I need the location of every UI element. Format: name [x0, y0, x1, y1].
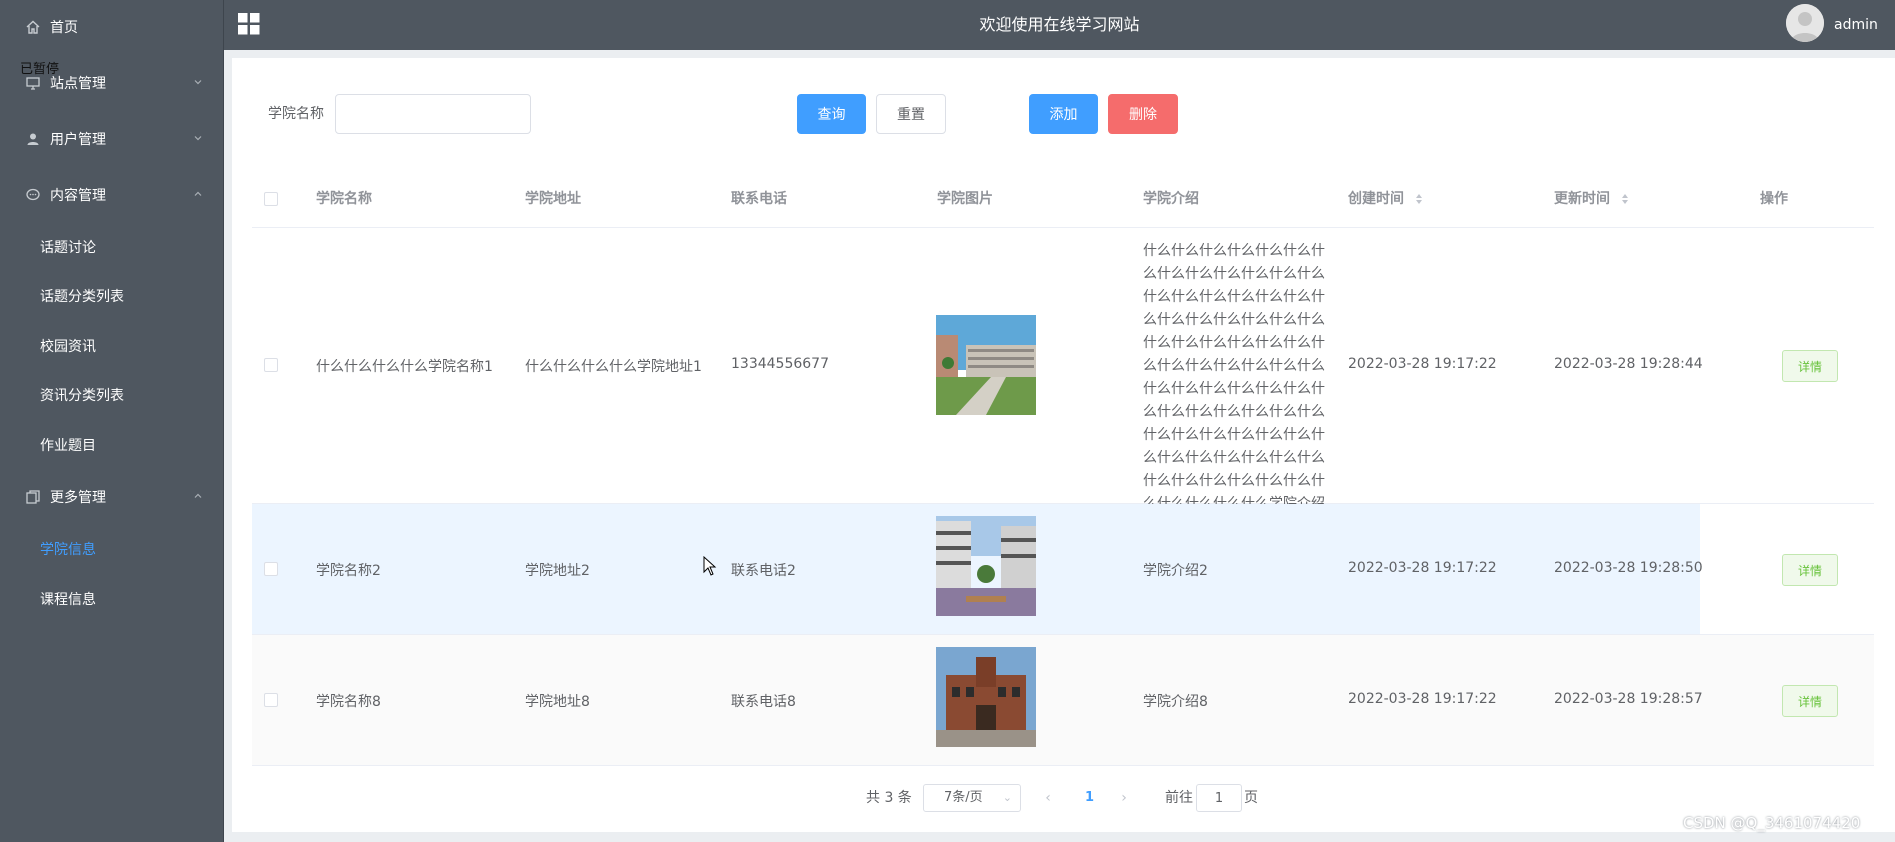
menu-topic-category-list[interactable]: 话题分类列表 — [0, 272, 224, 320]
row-checkbox[interactable] — [264, 562, 278, 576]
college-image[interactable] — [936, 647, 1036, 747]
cell-updated-time: 2022-03-28 19:28:57 — [1554, 691, 1703, 707]
cell-intro: 什么什么什么什么什么什么什么什么什么什么什么什么什么什么什么什么什么什么什么什么… — [1143, 243, 1325, 535]
user-avatar-icon — [1786, 4, 1824, 42]
cell-college-name: 学院名称2 — [316, 563, 381, 579]
mouse-cursor-icon — [703, 556, 717, 576]
chevron-down-icon — [194, 136, 202, 141]
menu-homework-questions[interactable]: 作业题目 — [0, 421, 224, 469]
menu-content-management[interactable]: 内容管理 — [0, 170, 224, 220]
col-phone: 联系电话 — [731, 191, 787, 207]
chevron-up-icon — [194, 191, 202, 196]
col-created-time-label: 创建时间 — [1348, 191, 1404, 207]
watermark: CSDN @Q_3461074420 — [1683, 814, 1861, 832]
detail-button[interactable]: 详情 — [1782, 350, 1838, 382]
menu-content-management-label: 内容管理 — [50, 188, 106, 204]
menu-user-management[interactable]: 用户管理 — [0, 114, 224, 164]
col-image: 学院图片 — [937, 191, 993, 207]
site-title: 欢迎使用在线学习网站 — [979, 15, 1140, 34]
cell-college-address: 什么什么什么什么学院地址1 — [525, 359, 702, 375]
menu-more-management-label: 更多管理 — [50, 490, 106, 506]
user-icon — [27, 133, 39, 145]
chevron-up-icon — [194, 493, 202, 498]
menu-user-management-label: 用户管理 — [50, 132, 106, 148]
reset-button[interactable]: 重置 — [876, 94, 946, 134]
username[interactable]: admin — [1834, 0, 1878, 50]
menu-topic-discussion[interactable]: 话题讨论 — [0, 223, 224, 271]
cell-college-address: 学院地址8 — [525, 694, 590, 710]
cell-intro: 学院介绍2 — [1143, 563, 1208, 579]
row-checkbox[interactable] — [264, 358, 278, 372]
avatar[interactable] — [1786, 4, 1824, 42]
row-checkbox[interactable] — [264, 693, 278, 707]
paused-indicator: 已暂停 — [20, 62, 60, 77]
table-header: 学院名称 学院地址 联系电话 学院图片 学院介绍 创建时间 更新时间 操作 — [252, 170, 1874, 228]
cell-phone: 联系电话2 — [731, 563, 796, 579]
col-created-time[interactable]: 创建时间 — [1348, 170, 1423, 228]
page-size-value: 7条/页 — [944, 790, 983, 805]
menu-campus-news[interactable]: 校园资讯 — [0, 322, 224, 370]
college-name-search-input[interactable] — [335, 94, 531, 134]
cell-college-name: 学院名称8 — [316, 694, 381, 710]
chevron-down-icon: ⌄ — [1002, 791, 1012, 804]
menu-home[interactable]: 首页 — [0, 2, 224, 52]
delete-button[interactable]: 删除 — [1108, 94, 1178, 134]
cell-college-address: 学院地址2 — [525, 563, 590, 579]
main-panel: 学院名称 查询 重置 添加 删除 学院名称 学院地址 联系电话 学院图片 学院介… — [232, 58, 1895, 832]
campus-photo-1 — [936, 315, 1036, 415]
col-actions: 操作 — [1760, 191, 1788, 207]
menu-home-label: 首页 — [50, 20, 78, 36]
menu-course-info[interactable]: 课程信息 — [0, 575, 224, 623]
campus-photo-3 — [936, 647, 1036, 747]
col-intro: 学院介绍 — [1143, 191, 1199, 207]
goto-suffix: 页 — [1244, 790, 1258, 806]
cell-phone: 联系电话8 — [731, 694, 796, 710]
goto-prefix: 前往 — [1165, 790, 1193, 806]
col-college-address: 学院地址 — [525, 191, 581, 207]
sort-icon[interactable] — [1621, 193, 1629, 205]
college-image[interactable] — [936, 315, 1036, 415]
prev-page-button[interactable]: ‹ — [1041, 784, 1055, 812]
cell-created-time: 2022-03-28 19:17:22 — [1348, 560, 1497, 576]
college-image[interactable] — [936, 516, 1036, 616]
copy-icon — [26, 490, 40, 504]
cell-updated-time: 2022-03-28 19:28:44 — [1554, 356, 1703, 372]
table-row: 学院名称8 学院地址8 联系电话8 学院介绍8 2022-03-28 19:17… — [252, 635, 1874, 766]
cell-created-time: 2022-03-28 19:17:22 — [1348, 356, 1497, 372]
sort-icon[interactable] — [1415, 193, 1423, 205]
next-page-button[interactable]: › — [1117, 784, 1131, 812]
menu-college-info[interactable]: 学院信息 — [0, 525, 224, 573]
cell-updated-time: 2022-03-28 19:28:50 — [1554, 560, 1703, 576]
cell-created-time: 2022-03-28 19:17:22 — [1348, 691, 1497, 707]
cell-college-name: 什么什么什么什么学院名称1 — [316, 359, 493, 375]
col-updated-time[interactable]: 更新时间 — [1554, 170, 1629, 228]
page-number-current[interactable]: 1 — [1085, 784, 1094, 812]
detail-button[interactable]: 详情 — [1782, 554, 1838, 586]
add-button[interactable]: 添加 — [1029, 94, 1098, 134]
col-college-name: 学院名称 — [316, 191, 372, 207]
monitor-icon — [26, 77, 40, 90]
top-header: 欢迎使用在线学习网站 admin — [224, 0, 1895, 50]
chevron-down-icon — [194, 80, 202, 85]
col-updated-time-label: 更新时间 — [1554, 191, 1610, 207]
detail-button[interactable]: 详情 — [1782, 685, 1838, 717]
menu-more-management[interactable]: 更多管理 — [0, 472, 224, 522]
cell-intro: 学院介绍8 — [1143, 694, 1208, 710]
query-button[interactable]: 查询 — [797, 94, 866, 134]
menu-news-category-list[interactable]: 资讯分类列表 — [0, 371, 224, 419]
campus-photo-2 — [936, 516, 1036, 616]
cell-phone: 13344556677 — [731, 356, 829, 372]
select-all-checkbox[interactable] — [264, 192, 278, 206]
table-row: 什么什么什么什么学院名称1 什么什么什么什么学院地址1 13344556677 … — [252, 228, 1874, 535]
page-size-select[interactable]: 7条/页 ⌄ — [923, 784, 1021, 812]
pagination-total: 共 3 条 — [866, 790, 912, 806]
home-icon — [26, 20, 40, 34]
sidebar: 首页 站点管理 用户管理 内容管理 话题讨论 话题分类列表 校园资讯 资讯分类列… — [0, 0, 224, 842]
goto-page-input[interactable] — [1196, 784, 1242, 812]
table-row: 学院名称2 学院地址2 联系电话2 学院介绍2 2022-03-28 19:17… — [252, 504, 1874, 635]
chat-icon — [26, 188, 40, 201]
search-label: 学院名称 — [268, 106, 324, 122]
